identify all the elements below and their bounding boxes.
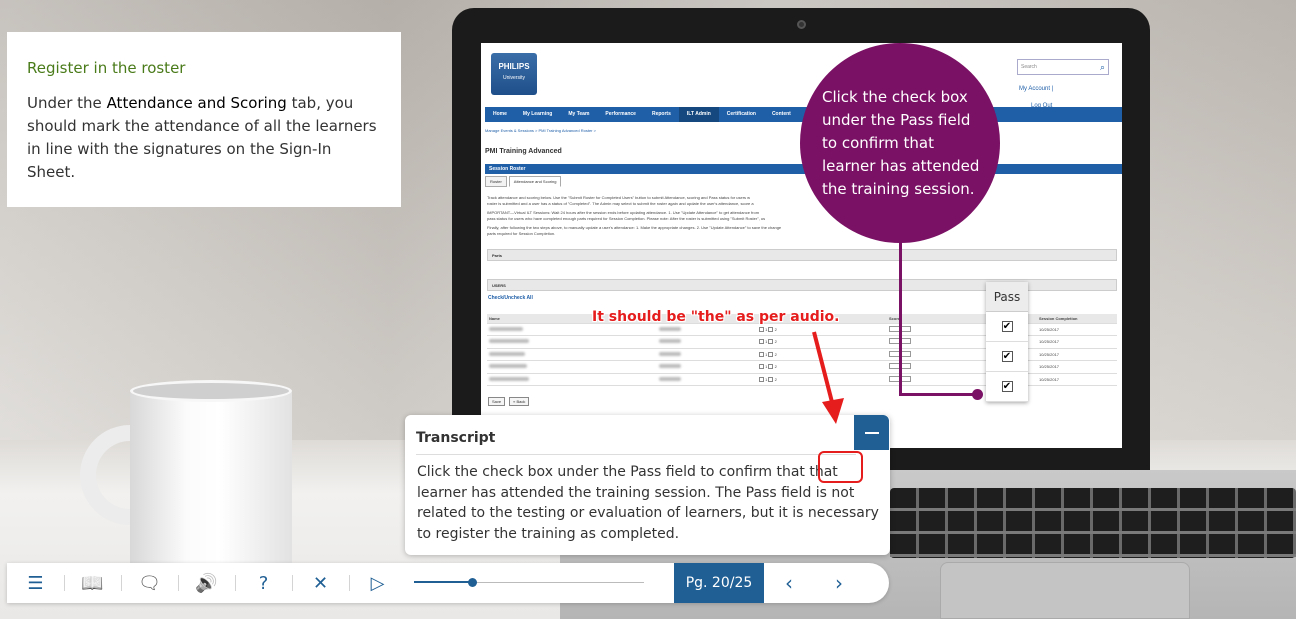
logo-brand: PHILIPS xyxy=(498,62,530,71)
screen-buttons: Save « Back xyxy=(488,397,530,406)
volume-button[interactable]: 🔊 xyxy=(178,563,235,603)
play-button[interactable]: ▷ xyxy=(349,563,406,603)
screen-breadcrumb: Manage Events & Sessions > PMI Training … xyxy=(485,128,596,133)
previous-page-button[interactable]: ‹ xyxy=(764,563,814,603)
screen-nav-item: Home xyxy=(493,111,507,117)
screen-nav-item: My Learning xyxy=(522,111,553,117)
pass-column-zoom: Pass ✔ ✔ ✔ xyxy=(986,282,1028,402)
mug-rim-image xyxy=(130,380,292,402)
philips-university-logo: PHILIPS University xyxy=(491,53,537,95)
chevron-right-icon: › xyxy=(835,571,843,595)
screen-nav-item: Reports xyxy=(651,111,671,117)
transcript-button[interactable]: 🗨 xyxy=(121,563,178,603)
close-icon: ✕ xyxy=(312,572,329,594)
speaker-icon: 🔊 xyxy=(195,572,218,594)
transcript-panel: Transcript Click the check box under the… xyxy=(405,415,890,555)
help-button[interactable]: ? xyxy=(235,563,292,603)
screen-nav-item: My Team xyxy=(568,111,590,117)
screen-page-title: PMI Training Advanced xyxy=(485,148,562,155)
search-icon: ⌕ xyxy=(1099,62,1105,72)
callout-connector xyxy=(899,393,977,396)
transcript-divider xyxy=(416,454,856,455)
progress-slider[interactable] xyxy=(414,563,674,603)
player-bar: ☰ 📖 🗨 🔊 ? ✕ ▷ Pg. 20/25 ‹ › xyxy=(7,563,889,603)
laptop-trackpad-image xyxy=(940,562,1190,619)
instruction-title: Register in the roster xyxy=(27,59,186,77)
chat-icon: 🗨 xyxy=(138,572,161,594)
screen-tab-attendance: Attendance and Scoring xyxy=(508,176,562,187)
next-page-button[interactable]: › xyxy=(814,563,864,603)
play-icon: ▷ xyxy=(370,572,385,594)
glossary-button[interactable]: 📖 xyxy=(64,563,121,603)
screen-nav-item: Performance xyxy=(605,111,636,117)
pass-header: Pass xyxy=(986,282,1028,312)
logo-sub: University xyxy=(503,75,525,81)
menu-button[interactable]: ☰ xyxy=(7,563,64,603)
screen-save-button: Save xyxy=(488,397,506,406)
callout-connector-dot xyxy=(972,389,983,400)
screen-check-all-link: Check/Uncheck All xyxy=(488,295,533,301)
laptop-keyboard-image xyxy=(890,488,1296,558)
screen-nav-item-active: ILT Admin xyxy=(678,107,719,122)
callout-connector xyxy=(899,240,902,396)
annotation-arrow-icon xyxy=(812,331,844,424)
chevron-left-icon: ‹ xyxy=(785,571,793,595)
screen-nav-item: Content xyxy=(771,111,791,117)
screen-tabs: Roster Attendance and Scoring xyxy=(485,176,562,187)
minus-icon xyxy=(864,432,879,434)
close-button[interactable]: ✕ xyxy=(292,563,349,603)
callout-bubble: Click the check box under the Pass field… xyxy=(800,43,1000,243)
pass-row: ✔ xyxy=(986,342,1028,372)
pass-row: ✔ xyxy=(986,312,1028,342)
screen-parts-header: Parts xyxy=(487,249,1117,261)
checkbox-checked-icon: ✔ xyxy=(1001,351,1013,362)
annotation-highlight-box xyxy=(818,451,863,483)
pass-row: ✔ xyxy=(986,372,1028,402)
coffee-mug-image xyxy=(130,388,292,578)
my-account-link: My Account | xyxy=(1019,86,1054,92)
screen-nav-item: Certification xyxy=(726,111,756,117)
transcript-text: Click the check box under the Pass field… xyxy=(417,464,879,542)
instruction-body: Under the Attendance and Scoring tab, yo… xyxy=(27,94,377,181)
progress-fill xyxy=(414,581,472,583)
screen-back-button: « Back xyxy=(509,397,530,406)
laptop-camera xyxy=(797,20,806,29)
help-icon: ? xyxy=(258,572,269,594)
progress-handle[interactable] xyxy=(468,578,477,587)
checkbox-checked-icon: ✔ xyxy=(1001,321,1013,332)
menu-icon: ☰ xyxy=(27,572,44,594)
instruction-card: Register in the roster Under the Attenda… xyxy=(7,32,401,207)
transcript-title: Transcript xyxy=(416,430,496,446)
checkbox-checked-icon: ✔ xyxy=(1001,381,1013,392)
page-indicator: Pg. 20/25 xyxy=(674,563,764,603)
transcript-collapse-button[interactable] xyxy=(854,415,889,450)
book-icon: 📖 xyxy=(81,572,104,594)
screen-tab-roster: Roster xyxy=(485,176,507,187)
screen-instructions: Track attendance and scoring below. Use … xyxy=(487,195,782,236)
annotation-note: It should be "the" as per audio. xyxy=(592,309,840,325)
screen-search-input: Search ⌕ xyxy=(1017,59,1109,75)
